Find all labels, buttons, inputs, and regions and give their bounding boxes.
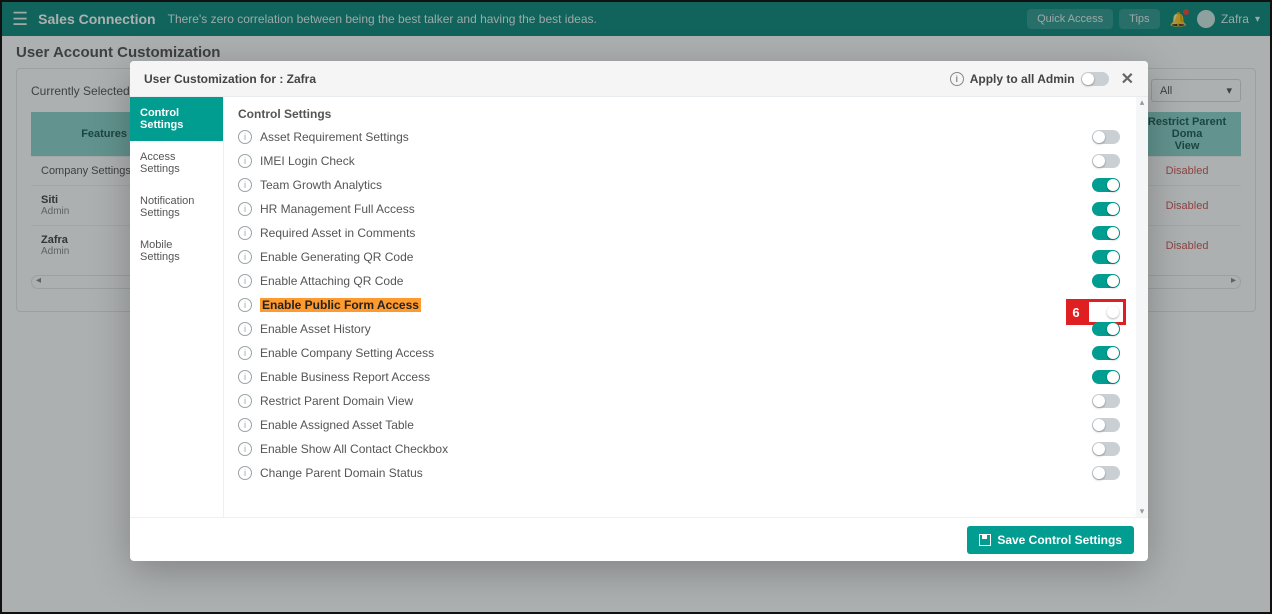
tab-control-settings[interactable]: Control Settings [130,97,223,141]
settings-list[interactable]: i Asset Requirement Settings i IMEI Login C… [224,125,1136,517]
info-icon[interactable]: i [238,298,252,312]
info-icon[interactable]: i [950,72,964,86]
info-icon[interactable]: i [238,442,252,456]
info-icon[interactable]: i [238,130,252,144]
close-icon[interactable]: ✕ [1121,69,1134,89]
setting-row: i Team Growth Analytics [224,173,1134,197]
apply-label: Apply to all Admin [970,72,1075,86]
setting-toggle[interactable] [1092,250,1120,264]
tab-access-settings[interactable]: Access Settings [130,141,223,185]
setting-toggle[interactable] [1092,322,1120,336]
setting-label: Change Parent Domain Status [260,466,423,480]
info-icon[interactable]: i [238,418,252,432]
save-label: Save Control Settings [997,533,1122,547]
setting-toggle[interactable] [1092,130,1120,144]
modal-title: User Customization for : Zafra [144,72,316,86]
setting-row: i Enable Asset History [224,317,1134,341]
info-icon[interactable]: i [238,466,252,480]
info-icon[interactable]: i [238,322,252,336]
setting-row: i Enable Business Report Access [224,365,1134,389]
save-icon [979,534,991,546]
setting-toggle[interactable] [1092,226,1120,240]
setting-label: Enable Asset History [260,322,371,336]
user-customization-modal: User Customization for : Zafra i Apply t… [130,61,1148,561]
content-title: Control Settings [224,97,1136,125]
setting-toggle[interactable] [1092,202,1120,216]
setting-label: Enable Public Form Access [260,298,421,312]
setting-row: i IMEI Login Check [224,149,1134,173]
info-icon[interactable]: i [238,226,252,240]
setting-toggle[interactable] [1092,394,1120,408]
info-icon[interactable]: i [238,202,252,216]
setting-toggle[interactable] [1092,418,1120,432]
setting-row: i HR Management Full Access [224,197,1134,221]
setting-label: Enable Business Report Access [260,370,430,384]
setting-label: HR Management Full Access [260,202,415,216]
setting-label: Enable Assigned Asset Table [260,418,414,432]
setting-row: i Enable Attaching QR Code [224,269,1134,293]
info-icon[interactable]: i [238,394,252,408]
setting-row: i Enable Generating QR Code [224,245,1134,269]
setting-row: i Change Parent Domain Status [224,461,1134,485]
setting-row: i Restrict Parent Domain View [224,389,1134,413]
tab-notification-settings[interactable]: Notification Settings [130,185,223,229]
setting-row: i Enable Assigned Asset Table [224,413,1134,437]
setting-label: Team Growth Analytics [260,178,382,192]
setting-toggle[interactable] [1092,154,1120,168]
setting-toggle[interactable] [1092,442,1120,456]
annotation-badge: 6 [1066,299,1086,325]
info-icon[interactable]: i [238,178,252,192]
setting-row: i Enable Show All Contact Checkbox [224,437,1134,461]
setting-label: Enable Company Setting Access [260,346,434,360]
setting-row: iEnable Public Form Access6 [224,293,1134,317]
tab-mobile-settings[interactable]: Mobile Settings [130,229,223,273]
modal-sidebar: Control Settings Access Settings Notific… [130,97,224,517]
save-button[interactable]: Save Control Settings [967,526,1134,554]
setting-row: i Asset Requirement Settings [224,125,1134,149]
setting-label: Asset Requirement Settings [260,130,409,144]
setting-toggle[interactable] [1092,346,1120,360]
info-icon[interactable]: i [238,154,252,168]
info-icon[interactable]: i [238,370,252,384]
setting-label: IMEI Login Check [260,154,355,168]
setting-label: Enable Generating QR Code [260,250,413,264]
setting-row: i Enable Company Setting Access [224,341,1134,365]
modal-header: User Customization for : Zafra i Apply t… [130,61,1148,97]
info-icon[interactable]: i [238,250,252,264]
setting-toggle[interactable] [1092,274,1120,288]
setting-label: Required Asset in Comments [260,226,415,240]
info-icon[interactable]: i [238,346,252,360]
vertical-scrollbar[interactable]: ▴ ▾ [1136,97,1148,517]
modal-content: Control Settings i Asset Requirement Sett… [224,97,1136,517]
setting-row: i Required Asset in Comments [224,221,1134,245]
modal-footer: Save Control Settings [130,517,1148,561]
setting-toggle[interactable] [1092,466,1120,480]
apply-all-admin: i Apply to all Admin [950,72,1109,86]
info-icon[interactable]: i [238,274,252,288]
apply-all-toggle[interactable] [1081,72,1109,86]
setting-toggle[interactable] [1092,370,1120,384]
setting-toggle[interactable] [1092,178,1120,192]
setting-label: Restrict Parent Domain View [260,394,413,408]
setting-label: Enable Show All Contact Checkbox [260,442,448,456]
setting-label: Enable Attaching QR Code [260,274,403,288]
